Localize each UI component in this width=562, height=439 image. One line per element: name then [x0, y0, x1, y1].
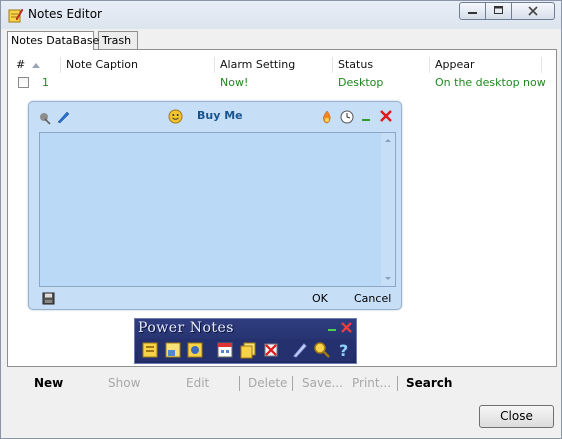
print-button[interactable]: Print... — [352, 376, 391, 390]
minimize-button[interactable] — [459, 2, 486, 20]
close-icon[interactable] — [379, 109, 393, 123]
toolbar-separator — [397, 376, 398, 391]
column-header-appear[interactable]: Appear — [430, 57, 542, 73]
power-notes-icon-row: ? — [138, 339, 353, 361]
new-button[interactable]: New — [34, 376, 63, 390]
clock-icon[interactable] — [340, 110, 354, 124]
list-header: # Note Caption Alarm Setting Status Appe… — [11, 57, 555, 73]
column-header-status[interactable]: Status — [333, 57, 430, 73]
calendar-icon[interactable] — [216, 341, 234, 359]
save-disk-icon[interactable] — [42, 292, 55, 305]
note-footer: OK Cancel — [29, 288, 401, 310]
maximize-icon — [494, 6, 503, 14]
power-notes-title: Power Notes — [138, 320, 234, 336]
search-button[interactable]: Search — [406, 376, 452, 390]
window-close-button[interactable] — [511, 2, 555, 20]
fire-alarm-icon[interactable] — [320, 110, 334, 124]
toolbar-separator — [292, 376, 293, 391]
pen-icon[interactable] — [56, 110, 70, 124]
action-toolbar: New Show Edit Delete Save... Print... Se… — [7, 372, 557, 396]
column-header-alarm[interactable]: Alarm Setting — [215, 57, 333, 73]
minimize-icon[interactable] — [326, 322, 338, 334]
note-scrollbar[interactable] — [381, 133, 395, 286]
note-title-bar[interactable]: Buy Me — [29, 102, 401, 130]
scroll-down-icon[interactable] — [381, 273, 395, 285]
copy-notes-icon[interactable] — [239, 341, 257, 359]
notepad-pencil-icon — [8, 8, 23, 23]
show-button[interactable]: Show — [108, 376, 140, 390]
maximize-button[interactable] — [485, 2, 512, 20]
note-caption: Buy Me — [197, 109, 243, 122]
save-button[interactable]: Save... — [302, 376, 343, 390]
minimize-icon[interactable] — [360, 110, 372, 124]
sort-ascending-icon — [32, 63, 40, 68]
toolbar-separator — [239, 376, 240, 391]
edit-button[interactable]: Edit — [186, 376, 209, 390]
row-checkbox[interactable] — [18, 77, 29, 88]
close-icon[interactable] — [340, 321, 353, 334]
title-bar[interactable]: Notes Editor — [1, 1, 561, 29]
svg-text:?: ? — [339, 341, 348, 359]
scroll-up-icon[interactable] — [381, 134, 395, 146]
new-note-icon[interactable] — [141, 341, 159, 359]
minimize-icon — [468, 12, 477, 14]
note-cancel-button[interactable]: Cancel — [354, 292, 391, 305]
pushpin-icon[interactable] — [38, 111, 52, 125]
row-status: Desktop — [338, 76, 384, 89]
notes-editor-window: Notes Editor Notes DataBase Trash # Note… — [0, 0, 562, 439]
window-title: Notes Editor — [28, 7, 102, 21]
row-number: 1 — [42, 76, 49, 89]
tab-notes-database[interactable]: Notes DataBase — [7, 31, 99, 50]
row-appear: On the desktop now — [435, 76, 546, 89]
pen-icon[interactable] — [291, 341, 309, 359]
close-button[interactable]: Close — [479, 405, 554, 428]
note-editor-icon[interactable] — [186, 341, 204, 359]
note-list-icon[interactable] — [164, 341, 182, 359]
column-header-caption[interactable]: Note Caption — [61, 57, 215, 73]
tab-trash[interactable]: Trash — [98, 31, 138, 49]
note-text-area[interactable] — [39, 132, 396, 287]
note-ok-button[interactable]: OK — [312, 292, 328, 305]
column-header-number[interactable]: # — [11, 57, 61, 73]
power-notes-toolbar[interactable]: Power Notes ? — [134, 318, 357, 364]
close-x-icon — [528, 6, 538, 16]
row-alarm: Now! — [220, 76, 249, 89]
smiley-icon — [168, 109, 183, 124]
delete-button[interactable]: Delete — [248, 376, 287, 390]
delete-note-icon[interactable] — [262, 341, 280, 359]
help-icon[interactable]: ? — [335, 341, 353, 359]
search-icon[interactable] — [313, 341, 331, 359]
table-row[interactable]: 1 Now! Desktop On the desktop now — [11, 75, 555, 91]
sticky-note-window[interactable]: Buy Me OK Cancel — [28, 101, 402, 310]
